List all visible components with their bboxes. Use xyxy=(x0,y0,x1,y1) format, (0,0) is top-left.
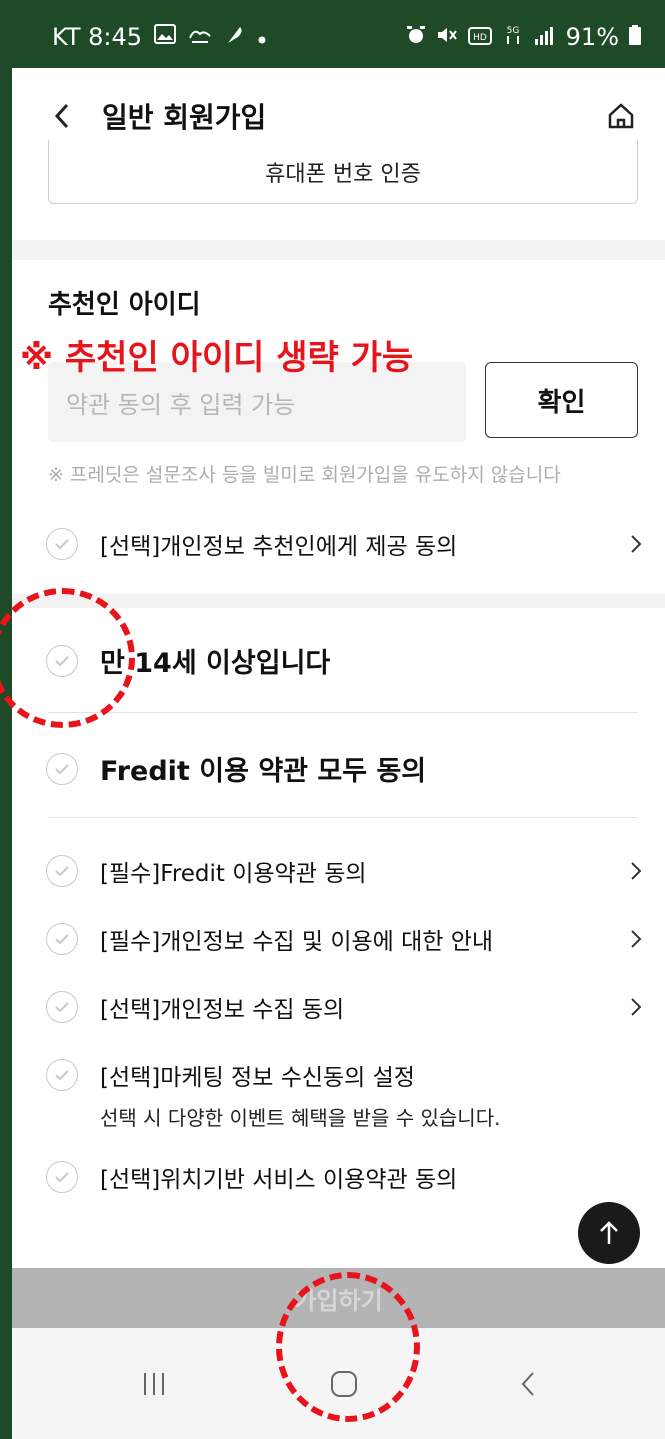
back-nav-button[interactable] xyxy=(520,1364,536,1404)
check-circle-icon[interactable] xyxy=(46,855,78,887)
check-circle-icon[interactable] xyxy=(46,991,78,1023)
home-icon xyxy=(608,103,634,129)
chevron-right-icon[interactable] xyxy=(626,997,646,1017)
battery-text: 91% xyxy=(565,23,619,51)
app-screen: KT 8:45 HD 5G 91% 일반 회원가입 휴대폰 번호 인증 추천인 … xyxy=(0,0,665,1439)
age-confirm-row[interactable]: 만 14세 이상입니다 xyxy=(46,641,646,680)
gallery-icon xyxy=(154,24,177,50)
svg-text:5G: 5G xyxy=(506,26,519,36)
hand-icon xyxy=(188,24,212,50)
terms-item-row[interactable]: [필수]Fredit 이용약관 동의 xyxy=(46,854,646,888)
signup-button[interactable]: 가입하기 xyxy=(12,1268,665,1328)
battery-icon xyxy=(629,23,641,51)
section-divider xyxy=(12,594,665,608)
home-nav-button[interactable] xyxy=(330,1364,358,1404)
terms-item-label: [필수]개인정보 수집 및 이용에 대한 안내 xyxy=(100,929,494,955)
page-title: 일반 회원가입 xyxy=(102,101,267,134)
terms-item-label: [선택]개인정보 수집 동의 xyxy=(100,997,345,1023)
divider xyxy=(48,712,638,713)
recommender-annotation: ※ 추천인 아이디 생략 가능 xyxy=(20,338,414,378)
terms-item-row[interactable]: [선택]마케팅 정보 수신동의 설정 xyxy=(46,1058,646,1092)
status-left: KT 8:45 xyxy=(52,23,266,51)
check-circle-icon[interactable] xyxy=(46,1059,78,1091)
frame-border-left xyxy=(0,0,12,1439)
scroll-top-button[interactable] xyxy=(578,1202,640,1264)
svg-text:HD: HD xyxy=(473,33,487,43)
terms-item-row[interactable]: [선택]위치기반 서비스 이용약관 동의 xyxy=(46,1160,646,1194)
terms-item-row[interactable]: [필수]개인정보 수집 및 이용에 대한 안내 xyxy=(46,922,646,956)
age-confirm-label: 만 14세 이상입니다 xyxy=(100,648,331,679)
recommender-consent-label: [선택]개인정보 추천인에게 제공 동의 xyxy=(100,534,458,560)
terms-item-label: [선택]위치기반 서비스 이용약관 동의 xyxy=(100,1167,458,1193)
recent-apps-icon xyxy=(144,1373,164,1395)
hd-icon: HD xyxy=(467,23,492,51)
terms-item-sub: 선택 시 다양한 이벤트 혜택을 받을 수 있습니다. xyxy=(100,1106,501,1130)
divider xyxy=(48,817,638,818)
phone-verify-button[interactable]: 휴대폰 번호 인증 xyxy=(48,140,638,204)
dot-icon xyxy=(258,25,266,50)
check-circle-icon[interactable] xyxy=(46,752,78,785)
arrow-up-icon xyxy=(600,1221,618,1244)
back-nav-icon xyxy=(521,1372,534,1396)
home-button[interactable] xyxy=(601,96,641,136)
status-time: KT 8:45 xyxy=(52,23,143,51)
chevron-right-icon[interactable] xyxy=(626,861,646,881)
check-circle-icon[interactable] xyxy=(46,644,78,677)
check-circle-icon[interactable] xyxy=(46,1161,78,1193)
lte-icon: 5G xyxy=(502,23,524,51)
recommender-title: 추천인 아이디 xyxy=(48,290,201,320)
recent-apps-button[interactable] xyxy=(142,1364,166,1404)
section-divider xyxy=(12,240,665,260)
system-nav-bar xyxy=(12,1328,665,1439)
terms-all-label: Fredit 이용 약관 모두 동의 xyxy=(100,756,427,787)
chevron-left-icon xyxy=(54,103,69,129)
terms-all-row[interactable]: Fredit 이용 약관 모두 동의 xyxy=(46,749,646,788)
chevron-right-icon[interactable] xyxy=(626,534,646,554)
mute-icon xyxy=(436,23,458,51)
chevron-right-icon[interactable] xyxy=(626,929,646,949)
signal-icon xyxy=(534,23,556,51)
status-bar: KT 8:45 HD 5G 91% xyxy=(12,6,665,68)
feather-icon xyxy=(224,23,246,51)
recommender-confirm-button[interactable]: 확인 xyxy=(485,362,638,438)
check-circle-icon[interactable] xyxy=(46,923,78,955)
status-right: HD 5G 91% xyxy=(406,23,641,51)
recommender-consent-row[interactable]: [선택]개인정보 추천인에게 제공 동의 xyxy=(46,527,646,561)
recommender-notice: ※ 프레딧은 설문조사 등을 빌미로 회원가입을 유도하지 않습니다 xyxy=(48,464,561,486)
terms-item-label: [선택]마케팅 정보 수신동의 설정 xyxy=(100,1065,415,1091)
alarm-icon xyxy=(406,23,426,51)
terms-item-label: [필수]Fredit 이용약관 동의 xyxy=(100,861,367,887)
terms-item-row[interactable]: [선택]개인정보 수집 동의 xyxy=(46,990,646,1024)
back-button[interactable] xyxy=(42,96,82,136)
home-nav-icon xyxy=(331,1371,357,1397)
check-circle-icon[interactable] xyxy=(46,528,78,560)
